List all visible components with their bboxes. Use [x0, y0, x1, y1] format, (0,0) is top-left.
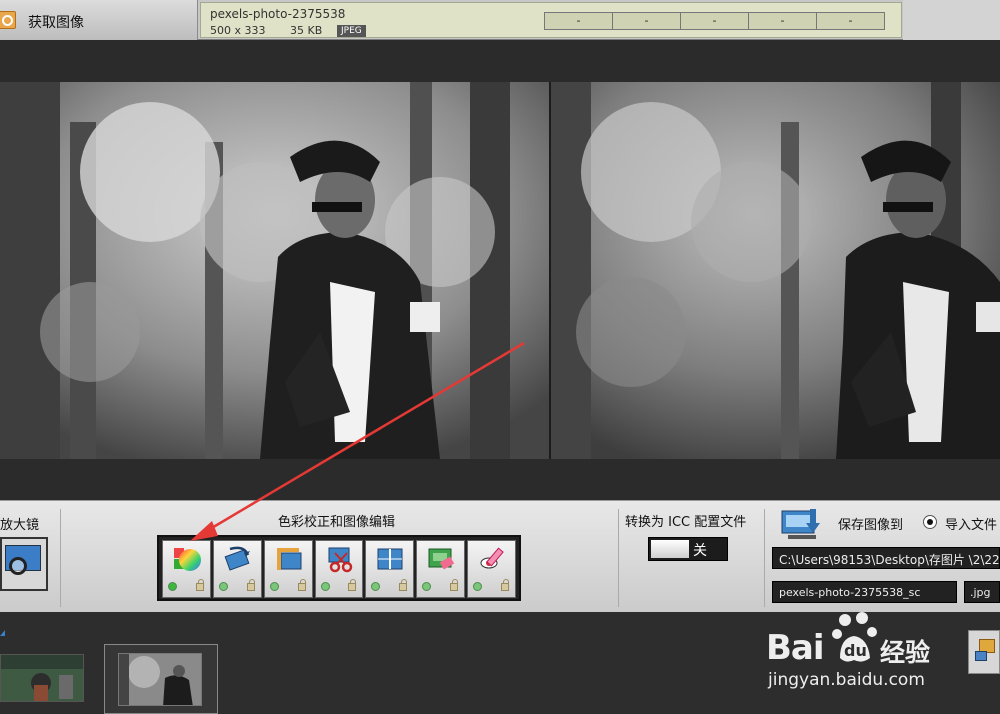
- file-info-panel: pexels-photo-2375538 500 x 333 35 KB JPE…: [200, 2, 902, 38]
- acquire-image-button[interactable]: 获取图像: [0, 0, 198, 40]
- slot-2[interactable]: -: [612, 12, 681, 30]
- color-edit-title: 色彩校正和图像编辑: [278, 515, 396, 530]
- status-dot-icon: [320, 582, 330, 591]
- cut-tool[interactable]: [314, 540, 364, 598]
- top-bar: 获取图像 pexels-photo-2375538 500 x 333 35 K…: [0, 0, 1000, 40]
- rotate-tool[interactable]: [212, 540, 262, 598]
- split-view-icon: [377, 548, 403, 570]
- watermark-brand-suffix: 经验: [880, 638, 931, 667]
- lock-icon: [246, 579, 255, 591]
- split-tool[interactable]: [365, 540, 415, 598]
- svg-text:du: du: [844, 641, 867, 660]
- save-path-field[interactable]: C:\Users\98153\Desktop\存图片 \2\22\: [772, 547, 1000, 569]
- file-name: pexels-photo-2375538: [210, 7, 346, 21]
- paw-icon: du: [832, 612, 877, 662]
- eraser-icon: [428, 548, 455, 570]
- lock-icon: [348, 579, 357, 591]
- save-image-title: 保存图像到: [838, 518, 904, 533]
- acquire-image-label: 获取图像: [28, 15, 84, 31]
- rotate-icon: [224, 546, 250, 571]
- edited-image-view[interactable]: [551, 82, 1000, 459]
- toggle-knob: [651, 540, 689, 558]
- format-badge: JPEG: [337, 25, 366, 37]
- color-wheel-icon: [174, 548, 201, 571]
- save-extension-select[interactable]: .jpg: [964, 581, 1000, 603]
- folder-search-icon: [0, 11, 16, 29]
- top-right-area: [903, 0, 1000, 40]
- thumbnail-1[interactable]: [0, 654, 84, 702]
- watermark-url: jingyan.baidu.com: [768, 670, 925, 690]
- icc-toggle-label: 关: [693, 543, 707, 559]
- slot-3[interactable]: -: [680, 12, 749, 30]
- slot-1[interactable]: -: [544, 12, 613, 30]
- status-dot-icon: [473, 582, 483, 591]
- thumbnail-image: [119, 654, 201, 705]
- color-correction-tool[interactable]: [162, 540, 211, 598]
- save-name-field[interactable]: pexels-photo-2375538_sc: [772, 581, 957, 603]
- slot-bar: - - - - -: [544, 12, 885, 30]
- status-dot-icon: [218, 582, 228, 591]
- lock-icon: [501, 579, 510, 591]
- lock-icon: [297, 579, 306, 591]
- magnifier-title: 放大镜: [0, 518, 40, 533]
- status-dot-icon: [168, 582, 177, 591]
- photo-original: [0, 82, 549, 459]
- red-eye-icon: [480, 547, 504, 569]
- lock-icon: [450, 579, 459, 591]
- watermark-brand: Bai: [766, 628, 825, 668]
- image-dimensions: 500 x 333: [210, 24, 266, 37]
- status-dot-icon: [422, 582, 432, 591]
- icc-title: 转换为 ICC 配置文件: [625, 515, 747, 530]
- slot-5[interactable]: -: [816, 12, 885, 30]
- scissors-icon: [328, 547, 352, 573]
- collapse-arrow-icon[interactable]: [0, 630, 5, 636]
- save-image-icon[interactable]: [780, 507, 824, 541]
- crop-icon: [276, 548, 302, 570]
- file-size: 35 KB: [290, 24, 323, 37]
- slot-4[interactable]: -: [748, 12, 817, 30]
- bottom-panel: 放大镜 色彩校正和图像编辑 转换为 ICC 配置文件 关 保存图像到 导入文件 …: [0, 500, 1000, 612]
- import-radio[interactable]: [923, 515, 937, 529]
- status-dot-icon: [371, 582, 381, 591]
- app-window: 获取图像 pexels-photo-2375538 500 x 333 35 K…: [0, 0, 1000, 714]
- photo-edited: [551, 82, 1000, 459]
- icc-toggle[interactable]: 关: [648, 537, 728, 561]
- retouch-tool[interactable]: [416, 540, 466, 598]
- edit-toolbar: [157, 535, 521, 601]
- picture-icon: [975, 651, 987, 661]
- lock-icon: [195, 579, 204, 591]
- side-tool-button[interactable]: [968, 630, 1000, 674]
- import-label: 导入文件: [945, 518, 998, 533]
- thumbnail-image: [1, 655, 83, 701]
- original-image-view[interactable]: [0, 82, 549, 459]
- crop-tool[interactable]: [263, 540, 313, 598]
- magnifier-button[interactable]: [0, 537, 48, 591]
- divider: [764, 509, 765, 607]
- lock-icon: [399, 579, 408, 591]
- magnifier-icon: [9, 557, 27, 575]
- red-eye-tool[interactable]: [467, 540, 517, 598]
- divider: [618, 509, 619, 607]
- thumbnail-2[interactable]: [118, 653, 202, 706]
- divider: [60, 509, 61, 607]
- status-dot-icon: [269, 582, 279, 591]
